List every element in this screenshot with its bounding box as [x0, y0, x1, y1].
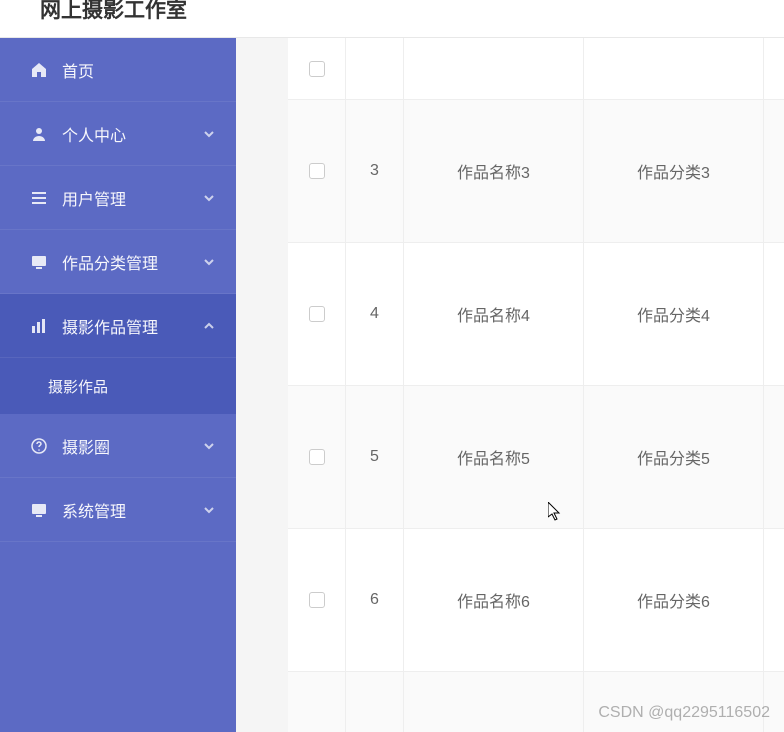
cell-checkbox: [288, 529, 346, 671]
layout: 首页 个人中心 用户管理 作品分类管理: [0, 38, 784, 732]
cell-category: [584, 672, 764, 732]
checkbox[interactable]: [309, 61, 325, 77]
checkbox[interactable]: [309, 163, 325, 179]
checkbox[interactable]: [309, 592, 325, 608]
cell-index: 5: [346, 386, 404, 528]
cell-checkbox: [288, 100, 346, 242]
cell-index: 3: [346, 100, 404, 242]
cell-name: [404, 38, 584, 99]
checkbox[interactable]: [309, 449, 325, 465]
sidebar-item-works-mgmt[interactable]: 摄影作品管理: [0, 294, 236, 358]
home-icon: [30, 61, 48, 79]
cell-index: 6: [346, 529, 404, 671]
cell-checkbox: [288, 386, 346, 528]
cell-name: 作品名称4: [404, 243, 584, 385]
sidebar-item-category-mgmt[interactable]: 作品分类管理: [0, 230, 236, 294]
cell-category: 作品分类6: [584, 529, 764, 671]
cell-checkbox: [288, 243, 346, 385]
table-row: [288, 672, 784, 732]
sidebar-item-user-mgmt[interactable]: 用户管理: [0, 166, 236, 230]
cell-name: 作品名称5: [404, 386, 584, 528]
sidebar-item-label: 摄影圈: [62, 434, 202, 458]
sidebar-item-label: 系统管理: [62, 498, 202, 522]
sidebar-subitem-label: 摄影作品: [48, 376, 108, 397]
cell-name: 作品名称3: [404, 100, 584, 242]
watermark: CSDN @qq2295116502: [598, 704, 770, 722]
cell-category: 作品分类3: [584, 100, 764, 242]
table-row: 4 作品名称4 作品分类4: [288, 243, 784, 386]
monitor-icon: [30, 253, 48, 271]
chevron-down-icon: [202, 503, 216, 517]
cell-category: 作品分类5: [584, 386, 764, 528]
user-icon: [30, 125, 48, 143]
list-icon: [30, 189, 48, 207]
sidebar-item-label: 作品分类管理: [62, 250, 202, 274]
sidebar-item-system[interactable]: 系统管理: [0, 478, 236, 542]
cell-checkbox: [288, 38, 346, 99]
chevron-up-icon: [202, 319, 216, 333]
sidebar-item-circle[interactable]: 摄影圈: [0, 414, 236, 478]
table: 3 作品名称3 作品分类3 4 作品名称4 作品分类4 5 作品名称5 作品分类…: [288, 38, 784, 732]
cell-category: [584, 38, 764, 99]
table-row: [288, 38, 784, 100]
sidebar-item-label: 用户管理: [62, 186, 202, 210]
cell-index: [346, 38, 404, 99]
cell-name: [404, 672, 584, 732]
sidebar-item-label: 首页: [62, 58, 216, 82]
chevron-down-icon: [202, 127, 216, 141]
sidebar-item-home[interactable]: 首页: [0, 38, 236, 102]
sidebar-item-label: 摄影作品管理: [62, 314, 202, 338]
cell-index: 4: [346, 243, 404, 385]
monitor-icon: [30, 501, 48, 519]
sidebar: 首页 个人中心 用户管理 作品分类管理: [0, 38, 236, 732]
cell-checkbox: [288, 672, 346, 732]
content: 3 作品名称3 作品分类3 4 作品名称4 作品分类4 5 作品名称5 作品分类…: [236, 38, 784, 732]
table-row: 3 作品名称3 作品分类3: [288, 100, 784, 243]
help-icon: [30, 437, 48, 455]
chevron-down-icon: [202, 191, 216, 205]
page-title: 网上摄影工作室: [40, 0, 187, 24]
sidebar-item-profile[interactable]: 个人中心: [0, 102, 236, 166]
cell-index: [346, 672, 404, 732]
chevron-down-icon: [202, 439, 216, 453]
sidebar-item-label: 个人中心: [62, 122, 202, 146]
table-row: 5 作品名称5 作品分类5: [288, 386, 784, 529]
chevron-down-icon: [202, 255, 216, 269]
bars-icon: [30, 317, 48, 335]
cell-category: 作品分类4: [584, 243, 764, 385]
table-row: 6 作品名称6 作品分类6: [288, 529, 784, 672]
header: 网上摄影工作室: [0, 0, 784, 38]
sidebar-subitem-works[interactable]: 摄影作品: [0, 358, 236, 414]
cell-name: 作品名称6: [404, 529, 584, 671]
checkbox[interactable]: [309, 306, 325, 322]
